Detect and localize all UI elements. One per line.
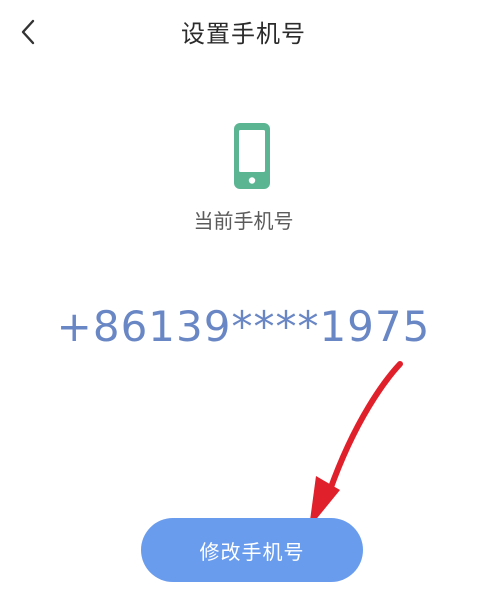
change-phone-button[interactable]: 修改手机号 [141, 518, 363, 582]
page-title: 设置手机号 [181, 20, 306, 48]
phone-number-value: +86139****1975 [56, 302, 431, 351]
mobile-phone-icon [234, 123, 270, 189]
navigation-bar: 设置手机号 [0, 0, 487, 64]
current-phone-label: 当前手机号 [193, 209, 294, 233]
